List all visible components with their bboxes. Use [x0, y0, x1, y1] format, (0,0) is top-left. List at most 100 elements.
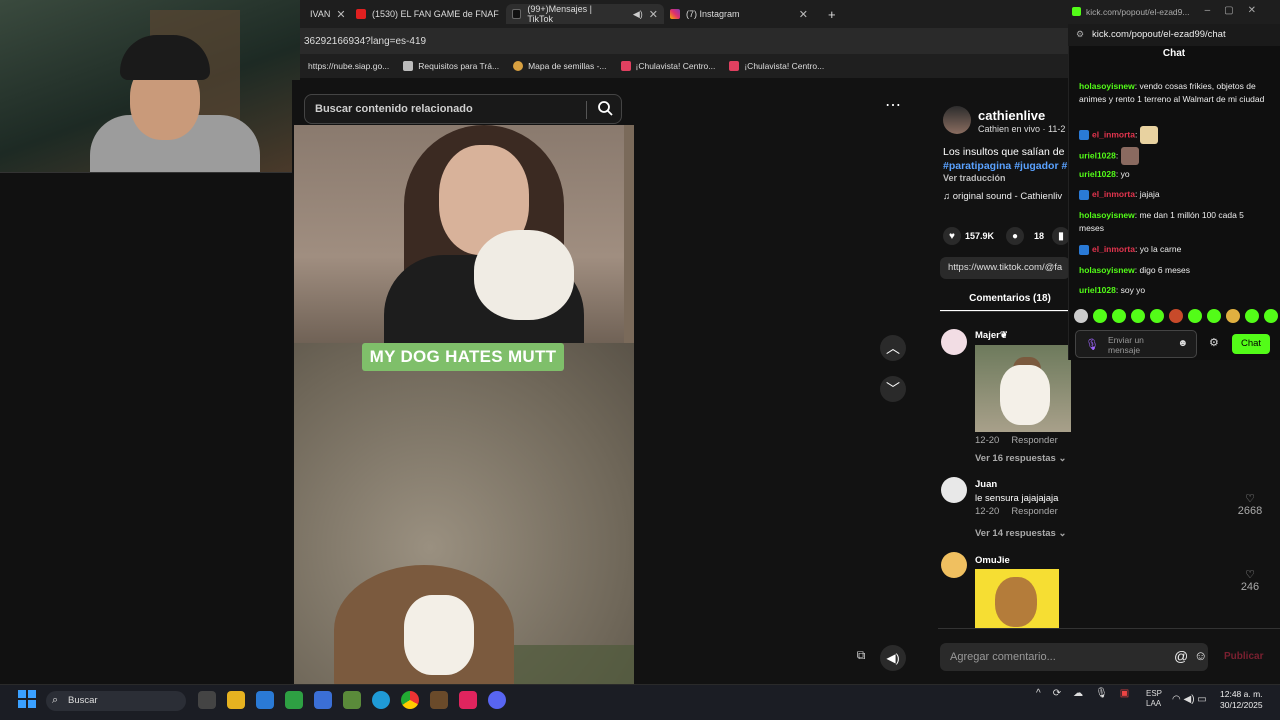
chat-username[interactable]: uriel1028 [1079, 285, 1116, 295]
video-link-field[interactable]: https://www.tiktok.com/@fa [940, 257, 1070, 279]
file-explorer-icon[interactable] [227, 691, 245, 709]
comment-avatar[interactable] [941, 329, 967, 355]
chat-username[interactable]: holasoyisnew [1079, 265, 1135, 275]
search-icon[interactable] [597, 100, 613, 119]
gear-icon[interactable]: ⚙ [1209, 336, 1219, 349]
comment-button[interactable]: ● 18 [1006, 227, 1044, 245]
chat-username[interactable]: uriel1028 [1079, 169, 1116, 179]
windows-start-icon[interactable] [18, 690, 36, 708]
close-icon[interactable]: ✕ [799, 8, 808, 21]
sound-link[interactable]: ♫ original sound - Cathienliv [943, 191, 1062, 202]
view-replies-button[interactable]: Ver 14 respuestas ⌄ [975, 528, 1066, 539]
mention-icon[interactable]: @ [1174, 648, 1188, 664]
like-button[interactable]: ♥ 157.9K [943, 227, 994, 245]
microphone-icon[interactable]: 🎙 [1095, 688, 1108, 699]
xbox-icon[interactable] [285, 691, 303, 709]
next-video-button[interactable]: ﹀ [880, 376, 906, 402]
bookmark-item[interactable]: ¡Chulavista! Centro... [620, 61, 715, 71]
author-avatar[interactable] [943, 106, 971, 134]
close-icon[interactable]: ✕ [649, 8, 658, 21]
microphone-icon[interactable]: 🎙 [1085, 338, 1099, 351]
new-tab-button[interactable]: + [822, 4, 842, 24]
comment-image-cartoon[interactable] [975, 569, 1059, 628]
minecraft-icon[interactable] [343, 691, 361, 709]
chrome-icon[interactable] [401, 691, 419, 709]
tab-ivan[interactable]: IVAN ✕ [304, 4, 352, 24]
emote-icon[interactable] [1207, 309, 1221, 323]
comment-avatar[interactable] [941, 477, 967, 503]
settings-sliders-icon[interactable]: ⚙ [1076, 29, 1084, 40]
volume-icon[interactable]: ◀) [880, 645, 906, 671]
reply-button[interactable]: Responder [1011, 435, 1057, 446]
more-options-icon[interactable]: ⋯ [880, 95, 906, 117]
taskbar-search[interactable]: ⌕ Buscar [46, 691, 186, 711]
sync-icon[interactable]: ⟳ [1053, 688, 1061, 699]
address-bar[interactable]: 36292166934?lang=es-419 [300, 28, 1070, 54]
tab-youtube[interactable]: (1530) EL FAN GAME de FNAF ✕ [350, 4, 524, 24]
app-icon[interactable] [314, 691, 332, 709]
related-search-input[interactable]: Buscar contenido relacionado [304, 94, 622, 124]
task-view-icon[interactable] [198, 691, 216, 709]
add-comment-input[interactable]: Agregar comentario... @ ☺ [940, 643, 1208, 671]
video-player[interactable] [294, 125, 634, 684]
publish-button[interactable]: Publicar [1224, 651, 1263, 662]
emote-icon[interactable] [1112, 309, 1126, 323]
chat-username[interactable]: holasoyisnew [1079, 210, 1135, 220]
window-controls-icon[interactable]: –▢✕ [1205, 5, 1270, 16]
emote-icon[interactable] [1226, 309, 1240, 323]
app-tray-icon[interactable]: ▣ [1120, 688, 1129, 699]
chat-username[interactable]: el_inmorta [1092, 244, 1135, 254]
bookmark-item[interactable]: ¡Chulavista! Centro... [729, 61, 824, 71]
emoji-icon[interactable]: ☺ [1194, 648, 1207, 663]
emote-icon[interactable] [1264, 309, 1278, 323]
edge-icon[interactable] [372, 691, 390, 709]
emote-icon[interactable] [1131, 309, 1145, 323]
view-replies-button[interactable]: Ver 16 respuestas ⌄ [975, 453, 1066, 464]
tiktok-icon[interactable] [459, 691, 477, 709]
comment-username[interactable]: OmuJie [975, 555, 1010, 566]
emote-icon[interactable] [1074, 309, 1088, 323]
chat-send-button[interactable]: Chat [1232, 334, 1270, 354]
tab-instagram[interactable]: (7) Instagram ✕ [664, 4, 814, 24]
clock[interactable]: 12:48 a. m. 30/12/2025 [1220, 689, 1263, 711]
language-indicator[interactable]: ESP LAA [1146, 689, 1162, 709]
browser-tab-bar: IVAN ✕ (1530) EL FAN GAME de FNAF ✕ (99+… [300, 0, 1070, 28]
emote-icon[interactable] [1150, 309, 1164, 323]
tab-tiktok[interactable]: (99+)Mensajes | TikTok ◀) ✕ [506, 4, 664, 24]
comment-avatar[interactable] [941, 552, 967, 578]
store-icon[interactable] [256, 691, 274, 709]
emote-icon[interactable] [1093, 309, 1107, 323]
comment-like-button[interactable]: ♡ 246 [1235, 568, 1265, 593]
comment-username[interactable]: Juan [975, 479, 997, 490]
bookmark-item[interactable]: Mapa de semillas -... [513, 61, 607, 71]
chat-message-input[interactable]: 🎙 Enviar un mensaje ☻ [1075, 330, 1197, 358]
comment-username[interactable]: Majer❦ [975, 330, 1008, 341]
pip-icon[interactable]: ⧉ [850, 648, 872, 668]
emoji-icon[interactable]: ☻ [1177, 338, 1188, 349]
previous-video-button[interactable]: ︿ [880, 335, 906, 361]
emote-icon[interactable] [1245, 309, 1259, 323]
close-icon[interactable]: ✕ [336, 8, 345, 21]
discord-icon[interactable] [488, 691, 506, 709]
cloud-icon[interactable]: ☁ [1073, 688, 1083, 699]
chat-username[interactable]: el_inmorta [1092, 129, 1135, 139]
bookmark-item[interactable]: https://nube.siap.go... [308, 61, 389, 71]
chat-username[interactable]: uriel1028 [1079, 150, 1116, 160]
chat-username[interactable]: holasoyisnew [1079, 81, 1135, 91]
reply-button[interactable]: Responder [1011, 506, 1057, 517]
chevron-up-icon[interactable]: ^ [1036, 688, 1041, 699]
video-dog-face [404, 595, 474, 675]
comment-like-button[interactable]: ♡ 2668 [1235, 492, 1265, 517]
emote-icon[interactable] [1188, 309, 1202, 323]
app-icon[interactable] [430, 691, 448, 709]
chat-username[interactable]: el_inmorta [1092, 189, 1135, 199]
wifi-volume-battery-icon[interactable]: ◠ ◀) ▭ [1172, 694, 1207, 705]
author-name[interactable]: cathienlive [978, 108, 1045, 123]
translate-link[interactable]: Ver traducción [943, 173, 1006, 183]
video-hashtags[interactable]: #paratipagina #jugador # [943, 160, 1067, 172]
speaker-icon[interactable]: ◀) [633, 9, 643, 20]
tab-comments[interactable]: Comentarios (18) [940, 286, 1080, 312]
emote-icon[interactable] [1169, 309, 1183, 323]
comment-image-dog[interactable] [975, 345, 1071, 432]
bookmark-item[interactable]: Requisitos para Trá... [403, 61, 499, 71]
